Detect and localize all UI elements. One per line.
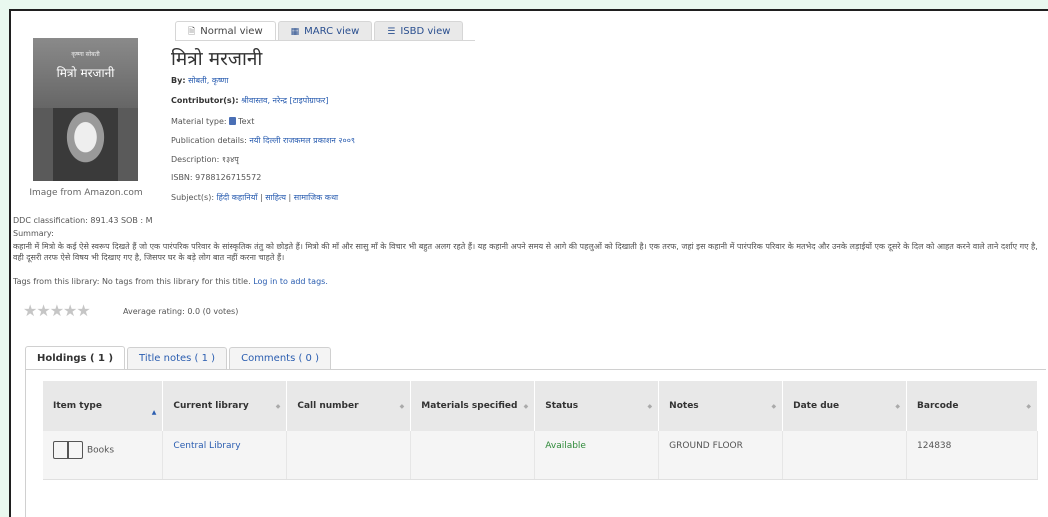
- col-label: Current library: [173, 401, 249, 411]
- description-line: Description: १३४पृ: [171, 154, 239, 165]
- cell-current-library: Central Library: [162, 431, 288, 480]
- tab-marc-view[interactable]: ▦ MARC view: [277, 21, 373, 41]
- sort-icon: ◆: [647, 403, 653, 410]
- author-line: By: सोबती, कृष्णा: [171, 75, 228, 86]
- subjects-line: Subject(s): हिंदी कहानियाँ | साहित्य | स…: [171, 193, 339, 202]
- login-to-add-tags-link[interactable]: Log in to add tags.: [253, 277, 328, 286]
- cell-materials-specified: [410, 431, 536, 480]
- cell-status: Available: [534, 431, 660, 480]
- cell-date-due: [782, 431, 908, 480]
- table-header-row: Item type ▲ Current library ◆ Call number ◆…: [43, 381, 1038, 431]
- contributor-label: Contributor(s):: [171, 96, 239, 105]
- publication-line: Publication details: नयी दिल्ली राजकमल प…: [171, 135, 355, 146]
- summary-text: कहानी में मित्रो के कई ऐसे स्वरूप दिखते …: [13, 242, 1038, 262]
- library-link[interactable]: Central Library: [173, 441, 240, 451]
- col-label: Notes: [669, 401, 699, 411]
- tab-isbd-view[interactable]: ☰ ISBD view: [374, 21, 464, 41]
- cell-item-type: Books: [43, 431, 164, 480]
- item-type-value: Books: [87, 445, 115, 456]
- col-item-type[interactable]: Item type ▲: [43, 381, 164, 431]
- view-tabs: 🗎 Normal view ▦ MARC view ☰ ISBD view: [175, 21, 465, 41]
- tab-comments[interactable]: Comments ( 0 ): [229, 347, 331, 369]
- sort-icon: ◆: [771, 403, 777, 410]
- cover-figure: [53, 108, 118, 181]
- average-rating: Average rating: 0.0 (0 votes): [123, 307, 239, 316]
- summary-label: Summary:: [13, 229, 54, 238]
- author-link[interactable]: सोबती, कृष्णा: [188, 76, 228, 85]
- contributor-link[interactable]: श्रीवास्तव, नरेन्द्र [टाइपोग्राफर]: [241, 96, 328, 105]
- tab-title-notes[interactable]: Title notes ( 1 ): [127, 347, 228, 369]
- col-label: Call number: [297, 401, 359, 411]
- description-value: १३४पृ: [221, 155, 239, 164]
- tab-label: Normal view: [200, 26, 263, 37]
- book-icon: [53, 441, 83, 459]
- col-label: Status: [545, 401, 579, 411]
- tab-label: ISBD view: [400, 26, 451, 37]
- subject-link[interactable]: साहित्य: [265, 193, 286, 202]
- contributor-line: Contributor(s): श्रीवास्तव, नरेन्द्र [टा…: [171, 95, 328, 106]
- col-notes[interactable]: Notes ◆: [658, 381, 784, 431]
- publication-link[interactable]: नयी दिल्ली राजकमल प्रकाशन २००९: [249, 136, 355, 145]
- sort-asc-icon: ▲: [151, 409, 157, 416]
- cover-image[interactable]: कृष्णा सोबती मित्रो मरजानी: [33, 38, 138, 181]
- col-date-due[interactable]: Date due ◆: [782, 381, 908, 431]
- isbn-label: ISBN:: [171, 173, 193, 182]
- ddc-classification: DDC classification: 891.43 SOB : M: [13, 216, 153, 225]
- isbn-value: 9788126715572: [195, 173, 262, 182]
- image-caption: Image from Amazon.com: [29, 188, 143, 198]
- holdings-tabs: Holdings ( 1 ) Title notes ( 1 ) Comment…: [25, 346, 333, 370]
- star-rating[interactable]: ★★★★★: [23, 301, 91, 320]
- text-icon: [229, 117, 237, 125]
- material-label: Material type:: [171, 117, 227, 126]
- cover-author: कृष्णा सोबती: [71, 51, 100, 58]
- col-status[interactable]: Status ◆: [534, 381, 660, 431]
- author-label: By:: [171, 76, 186, 85]
- tab-holdings[interactable]: Holdings ( 1 ): [25, 346, 126, 370]
- isbn-line: ISBN: 9788126715572: [171, 173, 261, 182]
- list-icon: ☰: [387, 26, 396, 37]
- cover-title: मित्रो मरजानी: [56, 66, 115, 80]
- subjects-label: Subject(s):: [171, 193, 215, 202]
- sort-icon: ◆: [275, 403, 281, 410]
- description-label: Description:: [171, 155, 220, 164]
- col-label: Barcode: [917, 401, 959, 411]
- tags-line: Tags from this library: No tags from thi…: [13, 277, 328, 286]
- cell-notes: GROUND FLOOR: [658, 431, 784, 480]
- col-call-number[interactable]: Call number ◆: [286, 381, 412, 431]
- grid-icon: ▦: [290, 26, 300, 37]
- material-type-line: Material type: Text: [171, 117, 254, 126]
- holdings-table: Item type ▲ Current library ◆ Call number ◆…: [43, 381, 1038, 480]
- sort-icon: ◆: [523, 403, 529, 410]
- col-label: Date due: [793, 401, 840, 411]
- table-row: Books Central Library Available GROUND F…: [43, 431, 1038, 480]
- tab-label: MARC view: [304, 26, 360, 37]
- col-barcode[interactable]: Barcode ◆: [906, 381, 1038, 431]
- publication-label: Publication details:: [171, 136, 247, 145]
- cell-barcode: 124838: [906, 431, 1038, 480]
- subject-link[interactable]: हिंदी कहानियाँ: [217, 193, 258, 202]
- col-label: Materials specified: [421, 401, 518, 411]
- sort-icon: ◆: [399, 403, 405, 410]
- record-title: मित्रो मरजानी: [171, 48, 263, 70]
- col-materials-specified[interactable]: Materials specified ◆: [410, 381, 536, 431]
- material-value: Text: [238, 117, 255, 126]
- col-current-library[interactable]: Current library ◆: [162, 381, 288, 431]
- tab-normal-view[interactable]: 🗎 Normal view: [175, 21, 276, 41]
- cell-call-number: [286, 431, 412, 480]
- subject-link[interactable]: सामाजिक कथा: [294, 193, 338, 202]
- col-label: Item type: [53, 401, 102, 411]
- tabs-divider: [175, 40, 475, 41]
- sort-icon: ◆: [895, 403, 901, 410]
- catalog-record-frame: 🗎 Normal view ▦ MARC view ☰ ISBD view कृ…: [9, 9, 1048, 517]
- tags-text: Tags from this library: No tags from thi…: [13, 277, 251, 286]
- sort-icon: ◆: [1026, 403, 1031, 410]
- page-icon: 🗎: [188, 26, 196, 37]
